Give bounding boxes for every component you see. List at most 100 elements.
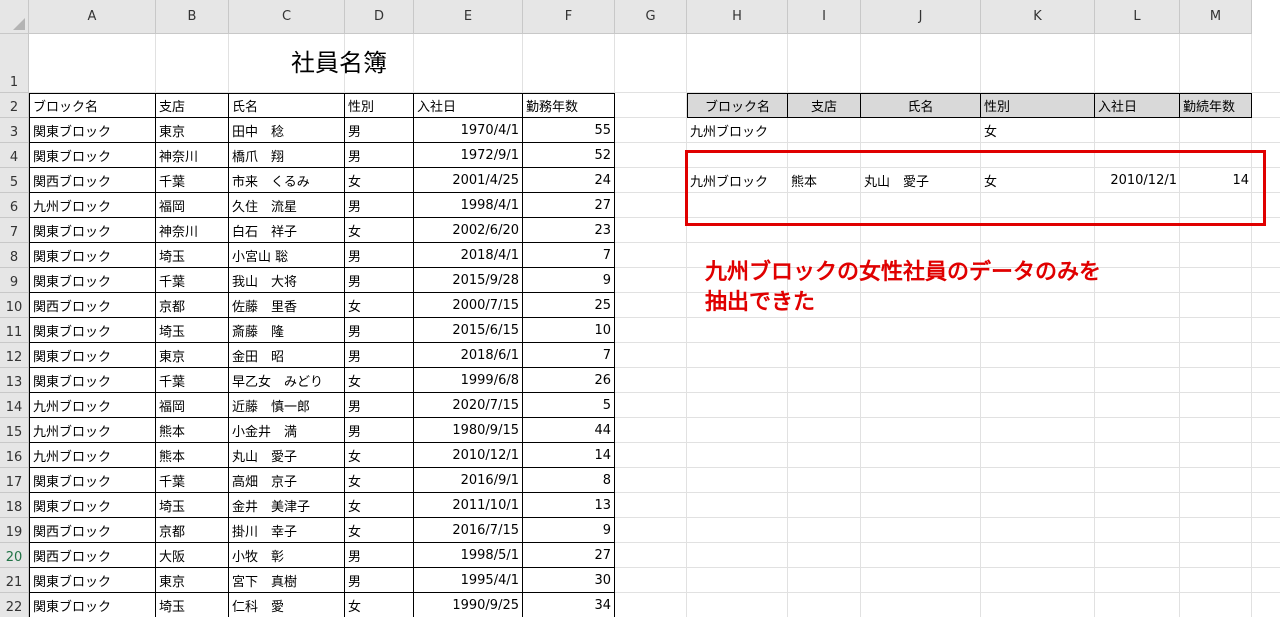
table-cell[interactable]: 男: [345, 143, 414, 168]
table-cell[interactable]: 千葉: [156, 268, 229, 293]
criteria-header-cell[interactable]: 入社日: [1095, 93, 1180, 118]
criteria-header-cell[interactable]: 支店: [788, 93, 861, 118]
table-cell[interactable]: 男: [345, 343, 414, 368]
table-cell[interactable]: 久住 流星: [229, 193, 345, 218]
column-header-j[interactable]: J: [861, 0, 981, 34]
row-header-11[interactable]: 11: [0, 318, 29, 343]
column-header-a[interactable]: A: [29, 0, 156, 34]
criteria-value-cell[interactable]: [861, 118, 981, 143]
column-header-i[interactable]: I: [788, 0, 861, 34]
table-cell[interactable]: 埼玉: [156, 493, 229, 518]
table-cell[interactable]: 高畑 京子: [229, 468, 345, 493]
table-cell[interactable]: 2016/7/15: [414, 518, 523, 543]
row-header-20[interactable]: 20: [0, 543, 29, 568]
column-header-f[interactable]: F: [523, 0, 615, 34]
table-cell[interactable]: 男: [345, 193, 414, 218]
table-cell[interactable]: 九州ブロック: [29, 393, 156, 418]
table-cell[interactable]: 関東ブロック: [29, 243, 156, 268]
table-cell[interactable]: 白石 祥子: [229, 218, 345, 243]
spreadsheet[interactable]: A B C D E F G H I J K L M 1 2 3 4 5 6 7 8 9 10 11 12 13 14 15 16 17 18…: [0, 0, 1280, 617]
row-header-12[interactable]: 12: [0, 343, 29, 368]
table-cell[interactable]: 福岡: [156, 193, 229, 218]
table-cell[interactable]: 1995/4/1: [414, 568, 523, 593]
table-cell[interactable]: 女: [345, 368, 414, 393]
table-cell[interactable]: 早乙女 みどり: [229, 368, 345, 393]
row-header-17[interactable]: 17: [0, 468, 29, 493]
table-cell[interactable]: 2016/9/1: [414, 468, 523, 493]
table-cell[interactable]: 関東ブロック: [29, 593, 156, 617]
table-cell[interactable]: 女: [345, 293, 414, 318]
criteria-value-cell[interactable]: [788, 118, 861, 143]
table-cell[interactable]: 九州ブロック: [29, 443, 156, 468]
table-cell[interactable]: 関西ブロック: [29, 518, 156, 543]
table-header-cell[interactable]: ブロック名: [29, 93, 156, 118]
table-cell[interactable]: 大阪: [156, 543, 229, 568]
table-cell[interactable]: 9: [523, 268, 615, 293]
row-header-1[interactable]: 1: [0, 34, 29, 93]
table-cell[interactable]: 近藤 慎一郎: [229, 393, 345, 418]
table-cell[interactable]: 女: [345, 168, 414, 193]
table-cell[interactable]: 5: [523, 393, 615, 418]
table-cell[interactable]: 男: [345, 243, 414, 268]
table-cell[interactable]: 市来 くるみ: [229, 168, 345, 193]
criteria-header-cell[interactable]: 勤続年数: [1180, 93, 1252, 118]
table-cell[interactable]: 男: [345, 418, 414, 443]
table-cell[interactable]: 2000/7/15: [414, 293, 523, 318]
row-header-18[interactable]: 18: [0, 493, 29, 518]
table-cell[interactable]: 男: [345, 318, 414, 343]
row-header-6[interactable]: 6: [0, 193, 29, 218]
table-cell[interactable]: 1999/6/8: [414, 368, 523, 393]
table-cell[interactable]: 2015/6/15: [414, 318, 523, 343]
table-cell[interactable]: 関東ブロック: [29, 468, 156, 493]
table-cell[interactable]: 7: [523, 243, 615, 268]
row-header-13[interactable]: 13: [0, 368, 29, 393]
table-cell[interactable]: 2018/4/1: [414, 243, 523, 268]
table-header-cell[interactable]: 支店: [156, 93, 229, 118]
table-cell[interactable]: 関東ブロック: [29, 218, 156, 243]
row-header-7[interactable]: 7: [0, 218, 29, 243]
table-cell[interactable]: 13: [523, 493, 615, 518]
column-header-l[interactable]: L: [1095, 0, 1180, 34]
table-cell[interactable]: 27: [523, 543, 615, 568]
table-cell[interactable]: 1998/5/1: [414, 543, 523, 568]
table-cell[interactable]: 1990/9/25: [414, 593, 523, 617]
table-header-cell[interactable]: 勤務年数: [523, 93, 615, 118]
table-cell[interactable]: 7: [523, 343, 615, 368]
table-cell[interactable]: 関西ブロック: [29, 543, 156, 568]
table-cell[interactable]: 女: [345, 493, 414, 518]
table-cell[interactable]: 10: [523, 318, 615, 343]
table-cell[interactable]: 関西ブロック: [29, 168, 156, 193]
table-cell[interactable]: 2020/7/15: [414, 393, 523, 418]
table-cell[interactable]: 34: [523, 593, 615, 617]
row-header-19[interactable]: 19: [0, 518, 29, 543]
column-header-g[interactable]: G: [615, 0, 687, 34]
criteria-header-cell[interactable]: 性別: [981, 93, 1095, 118]
table-cell[interactable]: 関東ブロック: [29, 568, 156, 593]
row-header-22[interactable]: 22: [0, 593, 29, 617]
table-cell[interactable]: 52: [523, 143, 615, 168]
table-cell[interactable]: 東京: [156, 343, 229, 368]
table-cell[interactable]: 橋爪 翔: [229, 143, 345, 168]
table-cell[interactable]: 埼玉: [156, 318, 229, 343]
table-cell[interactable]: 女: [345, 218, 414, 243]
column-header-c[interactable]: C: [229, 0, 345, 34]
table-cell[interactable]: 8: [523, 468, 615, 493]
table-cell[interactable]: 関東ブロック: [29, 343, 156, 368]
table-header-cell[interactable]: 性別: [345, 93, 414, 118]
table-cell[interactable]: 女: [345, 468, 414, 493]
table-cell[interactable]: 熊本: [156, 418, 229, 443]
table-cell[interactable]: 男: [345, 543, 414, 568]
table-cell[interactable]: 金田 昭: [229, 343, 345, 368]
table-cell[interactable]: 26: [523, 368, 615, 393]
table-cell[interactable]: 1998/4/1: [414, 193, 523, 218]
table-cell[interactable]: 男: [345, 268, 414, 293]
criteria-header-cell[interactable]: ブロック名: [687, 93, 788, 118]
row-header-4[interactable]: 4: [0, 143, 29, 168]
table-cell[interactable]: 1970/4/1: [414, 118, 523, 143]
row-header-21[interactable]: 21: [0, 568, 29, 593]
table-cell[interactable]: 25: [523, 293, 615, 318]
column-header-d[interactable]: D: [345, 0, 414, 34]
table-cell[interactable]: 熊本: [156, 443, 229, 468]
table-cell[interactable]: 神奈川: [156, 218, 229, 243]
table-cell[interactable]: 小宮山 聡: [229, 243, 345, 268]
